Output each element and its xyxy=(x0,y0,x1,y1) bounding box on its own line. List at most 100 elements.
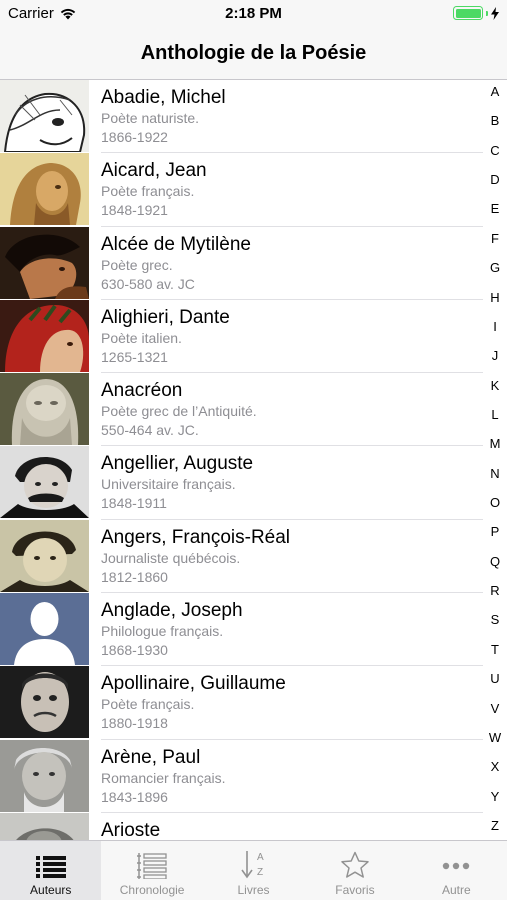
index-letter[interactable]: M xyxy=(490,436,501,452)
star-icon xyxy=(341,851,369,878)
author-name: Anglade, Joseph xyxy=(101,600,243,622)
index-letter[interactable]: Z xyxy=(491,818,499,834)
author-name: Angers, François-Réal xyxy=(101,526,291,548)
author-list[interactable]: Abadie, Michel Poète naturiste. 1866-192… xyxy=(0,80,483,840)
status-bar: Carrier 2:18 PM xyxy=(0,0,507,28)
index-letter[interactable]: A xyxy=(491,84,500,100)
alphabet-index[interactable]: A B C D E F G H I J K L M N O P Q R S T … xyxy=(483,84,507,834)
tab-label: Auteurs xyxy=(30,883,72,897)
battery-icon xyxy=(453,6,483,20)
author-row[interactable]: Arioste xyxy=(0,812,483,840)
index-letter[interactable]: B xyxy=(491,113,500,129)
index-letter[interactable]: R xyxy=(490,583,499,599)
index-letter[interactable]: P xyxy=(491,524,500,540)
author-row[interactable]: Alcée de Mytilène Poète grec. 630-580 av… xyxy=(0,226,483,300)
index-letter[interactable]: X xyxy=(491,759,500,775)
tab-livres[interactable]: A Z Livres xyxy=(203,841,304,900)
author-description: Romancier français. xyxy=(101,769,226,786)
timeline-icon xyxy=(137,853,167,879)
author-name: Arioste xyxy=(101,819,161,840)
index-letter[interactable]: I xyxy=(493,319,497,335)
index-letter[interactable]: W xyxy=(489,730,501,746)
tab-bar: Auteurs Chronologie A Z Livres Favoris A… xyxy=(0,840,507,900)
index-letter[interactable]: Q xyxy=(490,554,500,570)
author-dates: 1812-1860 xyxy=(101,568,168,585)
author-description: Poète naturiste. xyxy=(101,110,200,126)
index-letter[interactable]: L xyxy=(491,407,498,423)
tab-label: Chronologie xyxy=(119,883,185,897)
author-row[interactable]: Anglade, Joseph Philologue français. 186… xyxy=(0,593,483,667)
svg-text:A: A xyxy=(257,852,264,863)
author-name: Arène, Paul xyxy=(101,746,201,768)
battery-fill xyxy=(455,8,481,18)
author-name: Angellier, Auguste xyxy=(101,453,254,475)
author-row[interactable]: Angers, François-Réal Journaliste québéc… xyxy=(0,519,483,594)
author-row[interactable]: Aicard, Jean Poète français. 1848-1921 xyxy=(0,153,483,227)
author-row[interactable]: Abadie, Michel Poète naturiste. 1866-192… xyxy=(0,80,483,154)
author-dates: 1868-1930 xyxy=(101,642,168,659)
author-row[interactable]: Anacréon Poète grec de l’Antiquité. 550-… xyxy=(0,373,483,447)
author-portrait xyxy=(0,739,89,812)
author-portrait xyxy=(0,153,89,226)
tab-label: Autre xyxy=(441,883,471,897)
index-letter[interactable]: H xyxy=(490,290,499,306)
index-letter[interactable]: U xyxy=(490,671,499,687)
author-portrait xyxy=(0,373,89,446)
author-portrait xyxy=(0,226,89,299)
author-description: Philologue français. xyxy=(101,623,224,640)
author-portrait xyxy=(0,80,89,152)
tab-label: Livres xyxy=(237,883,270,897)
author-description: Universitaire français. xyxy=(101,476,236,493)
index-letter[interactable]: K xyxy=(491,378,500,394)
author-portrait xyxy=(0,446,89,519)
index-letter[interactable]: F xyxy=(491,231,499,247)
index-letter[interactable]: N xyxy=(490,466,499,482)
index-letter[interactable]: Y xyxy=(491,789,500,805)
author-name: Abadie, Michel xyxy=(101,87,226,108)
author-description: Poète italien. xyxy=(101,329,182,346)
index-letter[interactable]: G xyxy=(490,260,500,276)
author-description: Poète français. xyxy=(101,696,195,713)
author-portrait xyxy=(0,812,89,840)
author-row[interactable]: Apollinaire, Guillaume Poète français. 1… xyxy=(0,666,483,740)
charging-bolt-icon xyxy=(491,6,499,20)
page-title: Anthologie de la Poésie xyxy=(140,42,367,64)
author-dates: 1265-1321 xyxy=(101,348,168,365)
author-name: Aicard, Jean xyxy=(101,160,207,182)
author-description: Poète grec de l’Antiquité. xyxy=(101,403,257,420)
battery-cap xyxy=(486,10,488,16)
index-letter[interactable]: C xyxy=(490,143,499,159)
index-letter[interactable]: V xyxy=(491,701,500,717)
battery-indicator xyxy=(453,6,499,20)
author-name: Alcée de Mytilène xyxy=(101,233,251,255)
author-dates: 1848-1911 xyxy=(101,495,167,512)
author-dates: 1848-1921 xyxy=(101,202,168,219)
author-description: Poète grec. xyxy=(101,256,173,273)
tab-label: Favoris xyxy=(335,883,375,897)
index-letter[interactable]: O xyxy=(490,495,500,511)
tab-autre[interactable]: Autre xyxy=(406,841,507,900)
index-letter[interactable]: S xyxy=(491,612,500,628)
author-dates: 550-464 av. JC. xyxy=(101,422,199,439)
tab-auteurs[interactable]: Auteurs xyxy=(0,841,102,900)
author-description: Poète français. xyxy=(101,183,195,200)
index-letter[interactable]: E xyxy=(491,201,500,217)
author-portrait xyxy=(0,519,89,592)
index-letter[interactable]: D xyxy=(490,172,499,188)
sort-az-icon: A Z xyxy=(240,851,264,879)
tab-favoris[interactable]: Favoris xyxy=(304,841,405,900)
author-name: Anacréon xyxy=(101,380,183,402)
list-icon xyxy=(35,856,66,878)
tab-chronologie[interactable]: Chronologie xyxy=(101,841,202,900)
author-row[interactable]: Alighieri, Dante Poète italien. 1265-132… xyxy=(0,299,483,374)
author-dates: 630-580 av. JC xyxy=(101,275,195,292)
author-row[interactable]: Angellier, Auguste Universitaire françai… xyxy=(0,446,483,520)
status-time: 2:18 PM xyxy=(225,5,282,22)
index-letter[interactable]: J xyxy=(492,348,499,364)
author-portrait xyxy=(0,666,89,739)
index-letter[interactable]: T xyxy=(491,642,499,658)
svg-text:Z: Z xyxy=(257,867,263,878)
author-dates: 1843-1896 xyxy=(101,788,168,805)
author-dates: 1866-1922 xyxy=(101,129,168,145)
author-row[interactable]: Arène, Paul Romancier français. 1843-189… xyxy=(0,739,483,813)
